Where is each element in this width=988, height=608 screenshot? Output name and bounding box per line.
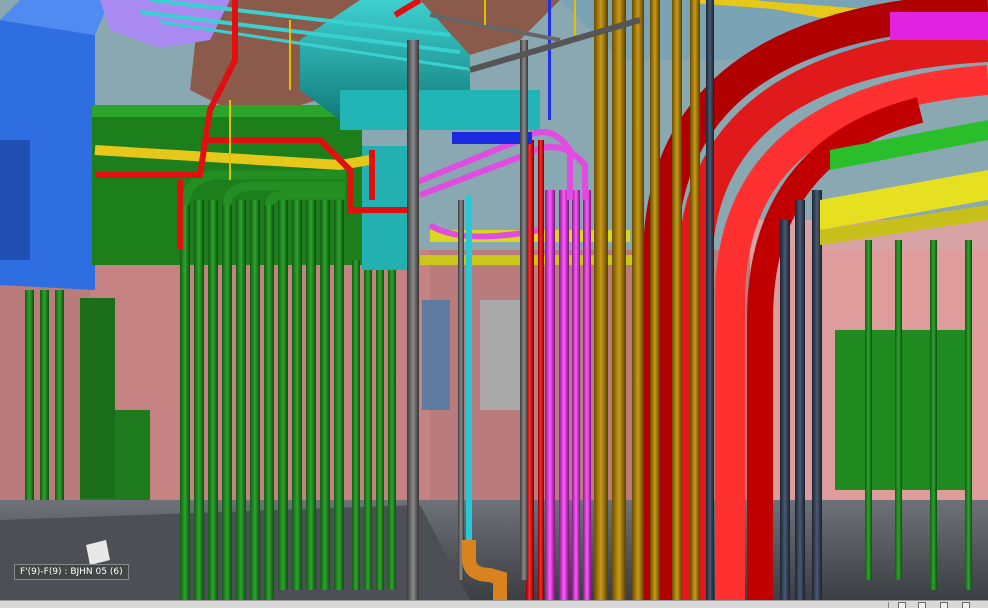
distant-corridor xyxy=(480,300,520,410)
level-section-label: F'(9)-F(9) : BJHN 05 (6) xyxy=(14,564,129,580)
plumbing-riser xyxy=(545,190,591,600)
magenta-duct xyxy=(890,12,988,40)
water-supply-pipe xyxy=(466,195,472,540)
view-cube-icon[interactable] xyxy=(918,602,926,608)
nav-wheel-icon[interactable] xyxy=(962,602,970,608)
bim-3d-scene[interactable] xyxy=(0,0,988,600)
3d-model-viewport[interactable]: F'(9)-F(9) : BJHN 05 (6) xyxy=(0,0,988,608)
navigation-icon[interactable] xyxy=(898,602,906,608)
settings-icon[interactable] xyxy=(940,602,948,608)
status-separator xyxy=(888,602,889,608)
status-bar xyxy=(0,600,988,608)
